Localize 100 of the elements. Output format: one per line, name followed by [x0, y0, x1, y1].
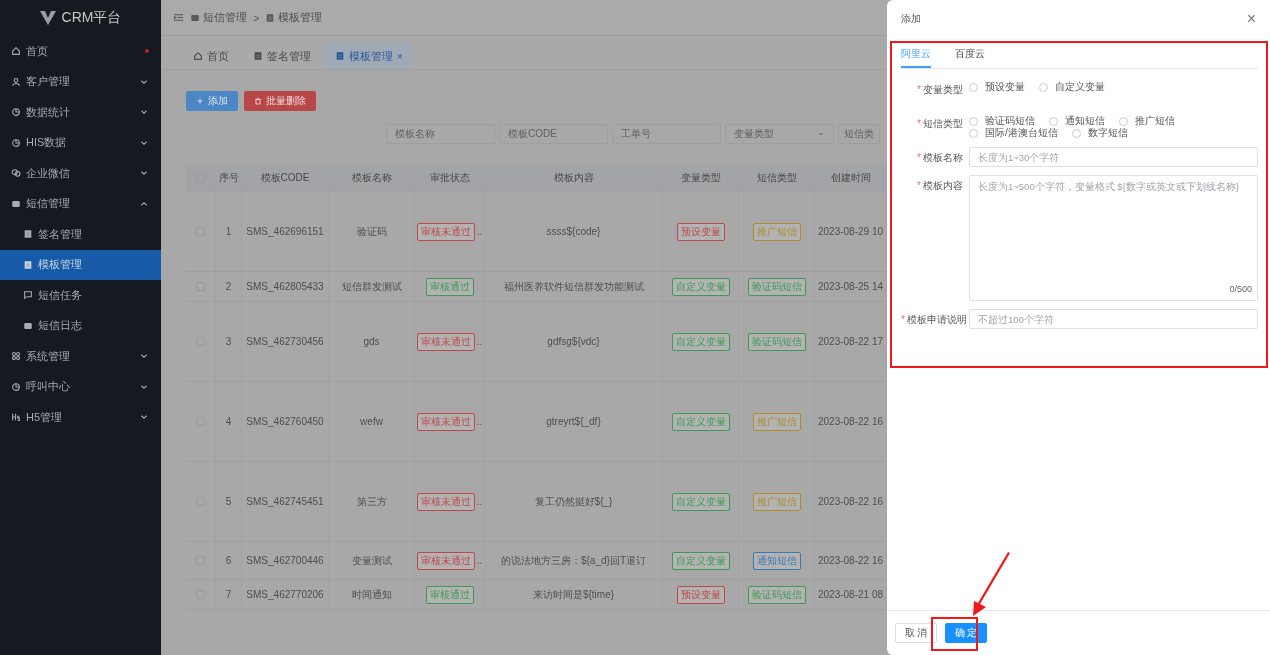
sms-type-tag: 推广短信 [752, 492, 801, 511]
sidebar-subitem[interactable]: 签名管理 [0, 219, 161, 250]
variable-type-tag: 自定义变量 [671, 492, 730, 511]
table-cell: 3 [225, 336, 232, 347]
status-tag: 审核未通过 [416, 332, 475, 351]
column-header: 模板CODE [260, 171, 310, 185]
sidebar-item[interactable]: 系统管理 [0, 341, 161, 372]
table-cell: 2023-08-29 10 [817, 226, 884, 237]
table-cell: SMS_462770206 [246, 589, 324, 600]
home-icon [193, 51, 203, 61]
radio-option[interactable]: 通知短信 [1049, 115, 1105, 127]
home-icon [11, 46, 21, 57]
sidebar-item[interactable]: 数据统计 [0, 97, 161, 128]
plus-icon [196, 97, 204, 105]
table-cell: 第三方 [356, 494, 387, 509]
sms-type-tag: 推广短信 [752, 222, 801, 241]
breadcrumb-item[interactable]: 短信管理 [190, 10, 247, 25]
cancel-button[interactable]: 取 消 [895, 623, 937, 643]
table-cell: SMS_462696151 [246, 226, 324, 237]
column-header: 短信类型 [756, 171, 797, 185]
sidebar-subitem[interactable]: 模板管理 [0, 249, 161, 280]
sms-type-tag: 验证码短信 [747, 277, 806, 296]
textarea-field[interactable]: 长度为1~500个字符，变量格式 ${数字或英文或下划线名称} 0/500 [969, 175, 1258, 301]
pie-chart-icon [11, 107, 21, 118]
table-cell: 2023-08-22 16 [817, 555, 884, 566]
table-cell: 福州医养软件短信群发功能测试 [503, 279, 644, 294]
document-icon [265, 12, 276, 23]
breadcrumb-item[interactable]: 模板管理 [265, 10, 323, 25]
table-cell: 2023-08-22 16 [817, 416, 884, 427]
overflow-dots: .. [476, 226, 483, 237]
status-tag: 审核未通过 [416, 551, 475, 570]
table-cell: 变量测试 [351, 553, 392, 568]
drawer-title: 添加 [901, 12, 921, 26]
close-button[interactable]: × [1246, 11, 1256, 27]
status-tag: 审核未通过 [416, 222, 475, 241]
status-tag: 审核通过 [425, 277, 474, 296]
pie-chart-icon [11, 137, 21, 148]
table-cell: ssss${code} [546, 226, 601, 237]
sidebar-subitem[interactable]: 短信日志 [0, 310, 161, 341]
input-field[interactable]: 不超过100个字符 [969, 309, 1258, 329]
sidebar-item[interactable]: 企业微信 [0, 158, 161, 189]
sms-type-tag: 推广短信 [752, 412, 801, 431]
sidebar-item[interactable]: 客户管理 [0, 66, 161, 97]
status-tag: 审核未通过 [416, 412, 475, 431]
radio-option[interactable]: 数字短信 [1071, 127, 1128, 139]
table-cell: 的说法地方三房：${a_d}回T退订 [500, 553, 646, 568]
table-cell: 6 [225, 555, 232, 566]
sidebar-item[interactable]: 呼叫中心 [0, 371, 161, 402]
chevron-down-icon [817, 130, 825, 138]
sidebar-item[interactable]: 短信管理 [0, 188, 161, 219]
field-label: * 模板申请说明 [901, 313, 968, 327]
page-tab[interactable]: 签名管理 [243, 43, 321, 69]
radio-option[interactable]: 预设变量 [969, 81, 1025, 93]
field-label: * 模板内容 [916, 179, 964, 193]
input-field[interactable]: 长度为1~30个字符 [969, 147, 1258, 167]
logo-text: CRM平台 [61, 9, 122, 27]
sidebar-item[interactable]: HIS数据 [0, 127, 161, 158]
logo-icon [39, 11, 56, 25]
pie-chart-icon [11, 381, 21, 392]
message-icon [11, 198, 21, 209]
status-tag: 审核通过 [425, 585, 474, 604]
user-icon [11, 76, 21, 87]
document-icon [253, 51, 263, 61]
table-cell: gdfsg${vdc} [547, 336, 600, 347]
table-cell: 验证码 [356, 224, 387, 239]
table-cell: 2023-08-22 17 [817, 336, 884, 347]
table-cell: 2023-08-21 08 [817, 589, 884, 600]
sidebar-item[interactable]: 首页 [0, 36, 161, 67]
radio-option[interactable]: 推广短信 [1119, 115, 1175, 127]
radio-option[interactable]: 验证码短信 [969, 115, 1035, 127]
table-cell: gtreyrt${_df} [546, 416, 601, 427]
variable-type-tag: 自定义变量 [671, 412, 730, 431]
trash-icon [254, 97, 262, 105]
overflow-dots: .. [476, 336, 483, 347]
table-cell: 5 [225, 496, 232, 507]
variable-type-tag: 自定义变量 [671, 277, 730, 296]
message-icon [23, 320, 33, 331]
grid-icon [11, 351, 21, 362]
document-icon [23, 229, 33, 240]
batch-delete-button[interactable]: 批量删除 [244, 91, 316, 111]
table-cell: SMS_462805433 [246, 281, 324, 292]
table-cell: SMS_462745451 [246, 496, 324, 507]
column-header: 审批状态 [429, 171, 470, 185]
table-cell: 短信群发测试 [341, 279, 402, 294]
table-cell: 2023-08-22 16 [817, 496, 884, 507]
table-cell: 1 [225, 226, 232, 237]
sms-type-tag: 验证码短信 [747, 585, 806, 604]
table-cell: SMS_462700446 [246, 555, 324, 566]
overflow-dots: .. [476, 496, 483, 507]
column-header: 变量类型 [680, 171, 721, 185]
overflow-dots: .. [476, 555, 483, 566]
sidebar-item[interactable]: H5管理 [0, 402, 161, 433]
highlight-frame [931, 617, 978, 651]
radio-option[interactable]: 自定义变量 [1039, 81, 1105, 93]
radio-option[interactable]: 国际/港澳台短信 [969, 127, 1058, 139]
sidebar-subitem[interactable]: 短信任务 [0, 280, 161, 311]
column-header: 模板内容 [553, 171, 594, 185]
provider-tab[interactable]: 百度云 [955, 47, 985, 68]
column-header: 模板名称 [351, 171, 392, 185]
page-tab[interactable]: 首页 [183, 43, 239, 69]
